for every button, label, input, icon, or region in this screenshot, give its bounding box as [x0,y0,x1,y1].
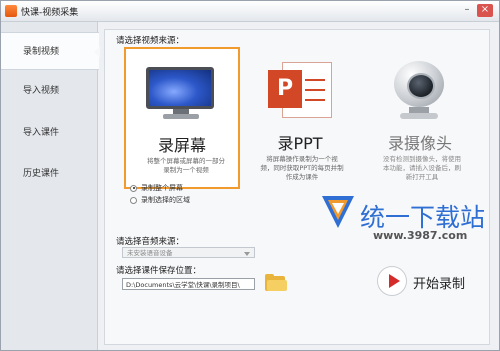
watermark-logo-icon [320,192,356,230]
card-title: 录屏幕 [157,136,206,155]
close-icon[interactable]: × [477,4,493,17]
sidebar-item-import-courseware[interactable]: 导入课件 [1,114,97,152]
audio-source-select[interactable]: 未安装语音设备 [122,247,255,258]
card-desc: 将整个屏幕或屏幕的一部分录制为一个视频 [147,157,225,174]
radio-icon[interactable] [130,196,137,204]
card-desc: 将屏幕操作录制为一个视频，同时获取PPT的每页并制作成为课件 [260,155,344,181]
card-record-screen[interactable]: 录屏幕 将整个屏幕或屏幕的一部分录制为一个视频 [124,47,240,189]
monitor-icon [146,67,216,119]
ppt-icon: P [268,62,332,118]
radio-record-full-screen[interactable]: 录制整个屏幕 [130,183,183,193]
audio-heading: 请选择音频来源： [116,237,185,247]
title-bar: 快课-视频采集 – × [1,1,499,22]
app-window: 快课-视频采集 – × 录制视频 导入视频 导入课件 历史课件 请选择视频来源：… [0,0,500,351]
folder-icon[interactable] [265,274,287,292]
sidebar-item-import-video[interactable]: 导入视频 [1,72,97,110]
card-record-ppt[interactable]: P 录PPT 将屏幕操作录制为一个视频，同时获取PPT的每页并制作成为课件 [242,47,358,189]
start-record-label: 开始录制 [413,277,466,292]
watermark-url: www.3987.com [373,229,468,242]
sidebar: 录制视频 导入视频 导入课件 历史课件 [1,22,100,350]
card-record-webcam[interactable]: 录摄像头 没有检测到摄像头，将使用本功能，请插入设备后，刷新打开工具 [362,47,478,189]
window-title: 快课-视频采集 [21,8,79,18]
radio-label: 录制选择的区域 [141,196,190,204]
sidebar-item-history-courseware[interactable]: 历史课件 [1,155,97,193]
radio-label: 录制整个屏幕 [141,184,183,192]
sidebar-item-record-video[interactable]: 录制视频 [1,32,100,70]
main-panel: 请选择视频来源： 录屏幕 将整个屏幕或屏幕的一部分录制为一个视频 P 录PPT … [104,29,490,345]
app-logo-icon [5,5,17,17]
radio-icon[interactable] [130,184,137,192]
sidebar-item-label: 历史课件 [23,169,60,179]
webcam-icon [392,61,448,121]
sidebar-item-label: 导入课件 [23,128,60,138]
source-heading: 请选择视频来源： [116,36,185,46]
sidebar-item-label: 导入视频 [23,86,60,96]
audio-source-value: 未安装语音设备 [127,249,173,257]
card-title: 录摄像头 [387,134,452,153]
card-title: 录PPT [277,134,323,153]
save-path-field[interactable]: D:\Documents\云学堂\快课\录制项目\ [122,278,255,290]
sidebar-item-label: 录制视频 [23,47,60,57]
minimize-icon[interactable]: – [459,4,475,17]
radio-record-region[interactable]: 录制选择的区域 [130,195,190,205]
chevron-down-icon [244,252,250,256]
start-record-button[interactable]: 开始录制 [377,266,487,298]
play-icon [377,266,407,296]
save-heading: 请选择课件保存位置： [116,266,202,276]
card-desc: 没有检测到摄像头，将使用本功能，请插入设备后，刷新打开工具 [383,155,461,181]
